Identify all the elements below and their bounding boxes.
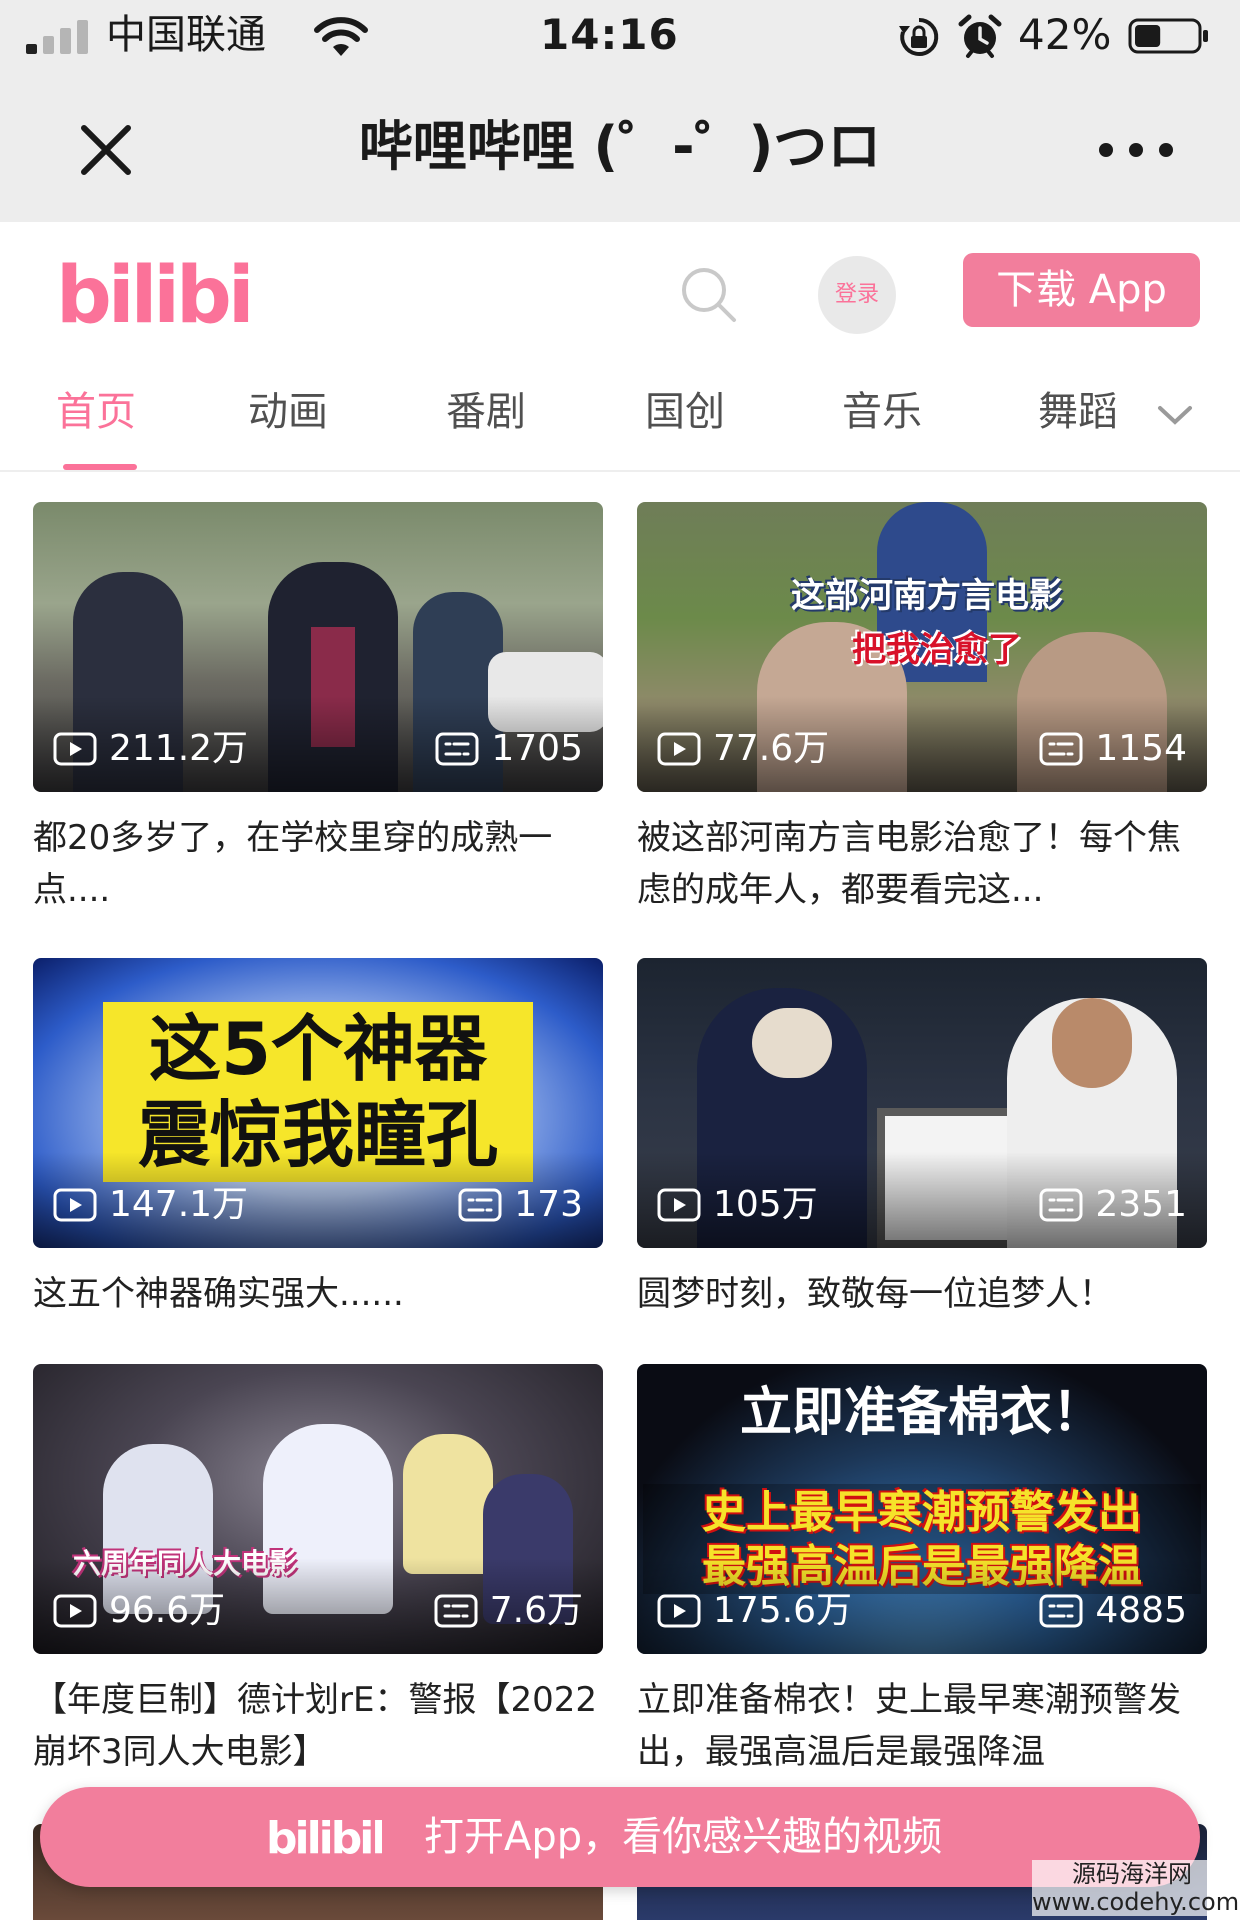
open-app-text: 打开App，看你感兴趣的视频: [424, 1814, 943, 1860]
view-count: 105万: [657, 1184, 818, 1226]
site-header: bilibili 登录 下载 App: [0, 222, 1240, 356]
clock: 14:16: [540, 10, 679, 59]
view-count-text: 96.6万: [109, 1590, 226, 1631]
video-title[interactable]: 立即准备棉衣！史上最早寒潮预警发出，最强高温后是最强降温: [637, 1674, 1207, 1778]
wifi-icon: [314, 17, 368, 56]
view-count-text: 105万: [713, 1184, 818, 1225]
alarm-icon: [958, 14, 1002, 58]
status-bar: 中国联通 14:16 42%: [0, 0, 1240, 70]
view-count-text: 211.2万: [109, 728, 249, 769]
signal-icon: [26, 18, 90, 54]
play-count-icon: [657, 1594, 701, 1628]
video-title[interactable]: 被这部河南方言电影治愈了！每个焦虑的成年人，都要看完这...: [637, 812, 1207, 916]
tab-home[interactable]: 首页: [56, 386, 136, 438]
danmaku-count-text: 2351: [1095, 1184, 1187, 1225]
play-count-icon: [53, 1188, 97, 1222]
danmaku-icon: [435, 732, 479, 766]
chevron-down-icon[interactable]: [1154, 398, 1196, 432]
tab-dance[interactable]: 舞蹈: [1038, 386, 1118, 438]
category-tabs: 首页 动画 番剧 国创 音乐 舞蹈: [0, 356, 1240, 472]
danmaku-icon: [1039, 1594, 1083, 1628]
video-title[interactable]: 圆梦时刻，致敬每一位追梦人！: [637, 1268, 1207, 1320]
page-title: 哔哩哔哩 (゜-゜)つロ: [358, 115, 882, 178]
view-count: 211.2万: [53, 728, 248, 770]
carrier-name: 中国联通: [106, 12, 266, 58]
danmaku-icon: [458, 1188, 502, 1222]
danmaku-count: 1705: [435, 728, 583, 770]
view-count: 147.1万: [53, 1184, 248, 1226]
video-thumbnail[interactable]: 这5个神器 震惊我瞳孔 147.1万 173: [33, 958, 603, 1248]
danmaku-count-text: 7.6万: [489, 1590, 583, 1631]
svg-text:bilibili: bilibili: [266, 1813, 382, 1863]
danmaku-count-text: 173: [514, 1184, 583, 1225]
open-app-banner[interactable]: bilibili 打开App，看你感兴趣的视频: [40, 1787, 1200, 1887]
view-count-text: 77.6万: [713, 728, 830, 769]
battery-percent: 42%: [1018, 10, 1112, 59]
thumbnail-caption: 这部河南方言电影: [791, 576, 1063, 616]
active-tab-indicator: [63, 464, 137, 470]
video-thumbnail[interactable]: 211.2万 1705: [33, 502, 603, 792]
tab-guochuang[interactable]: 国创: [645, 386, 725, 438]
danmaku-icon: [434, 1594, 478, 1628]
danmaku-count: 173: [458, 1184, 583, 1226]
play-count-icon: [53, 732, 97, 766]
danmaku-count: 1154: [1039, 728, 1187, 770]
danmaku-icon: [1039, 1188, 1083, 1222]
danmaku-count-text: 1705: [491, 728, 583, 769]
view-count: 175.6万: [657, 1590, 852, 1632]
danmaku-count: 2351: [1039, 1184, 1187, 1226]
danmaku-count-text: 1154: [1095, 728, 1187, 769]
tab-bangumi[interactable]: 番剧: [446, 386, 526, 438]
more-icon[interactable]: [1094, 130, 1178, 170]
login-button[interactable]: 登录: [818, 256, 896, 334]
tab-anime[interactable]: 动画: [248, 386, 328, 438]
play-count-icon: [657, 1188, 701, 1222]
rotation-lock-icon: [899, 17, 939, 56]
watermark-line: 源码海洋网: [1072, 1860, 1192, 1888]
webview-title-bar: 哔哩哔哩 (゜-゜)つロ: [0, 70, 1240, 222]
danmaku-count: 7.6万: [434, 1590, 583, 1632]
danmaku-count-text: 4885: [1095, 1590, 1187, 1631]
video-title[interactable]: 都20多岁了，在学校里穿的成熟一点....: [33, 812, 603, 916]
video-title[interactable]: 【年度巨制】德计划rE：警报【2022崩坏3同人大电影】: [33, 1674, 603, 1778]
bilibili-logo[interactable]: bilibili: [56, 238, 256, 348]
download-app-button[interactable]: 下载 App: [963, 253, 1200, 327]
play-count-icon: [657, 732, 701, 766]
danmaku-icon: [1039, 732, 1083, 766]
video-title[interactable]: 这五个神器确实强大......: [33, 1268, 603, 1320]
thumbnail-caption: 立即准备棉衣！: [739, 1383, 1104, 1443]
video-thumbnail[interactable]: 这部河南方言电影 把我治愈了 77.6万 1154: [637, 502, 1207, 792]
battery-icon: [1128, 18, 1208, 54]
play-count-icon: [53, 1594, 97, 1628]
tab-music[interactable]: 音乐: [842, 386, 922, 438]
view-count: 96.6万: [53, 1590, 225, 1632]
watermark-line: www.codehy.com: [1032, 1888, 1240, 1916]
bilibili-logo: bilibili: [266, 1813, 382, 1863]
search-icon[interactable]: [676, 262, 740, 326]
video-thumbnail[interactable]: 105万 2351: [637, 958, 1207, 1248]
thumbnail-caption: 把我治愈了: [852, 630, 1022, 670]
video-thumbnail[interactable]: 六周年同人大电影 96.6万 7.6万: [33, 1364, 603, 1654]
view-count-text: 175.6万: [713, 1590, 853, 1631]
thumbnail-caption: 这5个神器: [148, 1007, 488, 1091]
video-thumbnail[interactable]: 立即准备棉衣！ 史上最早寒潮预警发出 最强高温后是最强降温 175.6万 488…: [637, 1364, 1207, 1654]
danmaku-count: 4885: [1039, 1590, 1187, 1632]
view-count-text: 147.1万: [109, 1184, 249, 1225]
site-watermark: 源码海洋网 www.codehy.com: [1032, 1860, 1240, 1916]
thumbnail-caption: 史上最早寒潮预警发出: [702, 1487, 1142, 1538]
view-count: 77.6万: [657, 728, 829, 770]
svg-text:bilibili: bilibili: [56, 251, 256, 341]
